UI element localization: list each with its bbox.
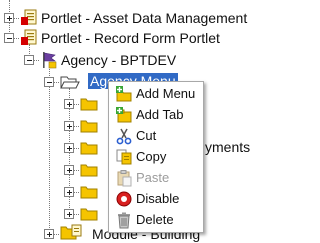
- expand-toggle[interactable]: [64, 187, 74, 197]
- folder-icon: [80, 97, 98, 111]
- folder-icon: [80, 119, 98, 133]
- portlet-icon: [20, 9, 38, 27]
- tree-node-payments[interactable]: yments: [205, 139, 250, 155]
- expand-toggle-module-building[interactable]: [44, 229, 54, 239]
- menu-item-delete[interactable]: Delete: [109, 210, 203, 229]
- menu-item-add-tab[interactable]: Add Tab: [109, 105, 203, 124]
- agency-icon: [40, 51, 58, 69]
- folder-icon: [80, 185, 98, 199]
- menu-item-disable[interactable]: Disable: [109, 189, 203, 208]
- expand-toggle[interactable]: [64, 209, 74, 219]
- expand-toggle[interactable]: [64, 99, 74, 109]
- module-icon: [60, 224, 84, 240]
- expand-toggle[interactable]: [64, 165, 74, 175]
- collapse-toggle-record-form-portlet[interactable]: [4, 33, 14, 43]
- tree-node-agency[interactable]: Agency - BPTDEV: [61, 52, 176, 68]
- menu-item-copy[interactable]: Copy: [109, 147, 203, 166]
- tree-node-asset-portlet[interactable]: Portlet - Asset Data Management: [41, 10, 247, 26]
- disable-icon: [115, 190, 133, 208]
- context-menu: Add Menu Add Tab Cut Copy Paste Disable …: [108, 81, 204, 233]
- expand-toggle[interactable]: [64, 121, 74, 131]
- collapse-toggle-agency[interactable]: [24, 55, 34, 65]
- expand-toggle[interactable]: [64, 143, 74, 153]
- paste-icon: [115, 169, 133, 187]
- collapse-toggle-agency-menu[interactable]: [44, 77, 54, 87]
- folder-icon: [80, 163, 98, 177]
- trash-icon: [115, 211, 133, 229]
- menu-item-paste[interactable]: Paste: [109, 168, 203, 187]
- portlet-icon: [20, 29, 38, 47]
- expand-toggle-asset-portlet[interactable]: [4, 13, 14, 23]
- add-tab-icon: [115, 106, 133, 124]
- menu-item-cut[interactable]: Cut: [109, 126, 203, 145]
- scissors-icon: [115, 127, 133, 145]
- menu-item-add-menu[interactable]: Add Menu: [109, 84, 203, 103]
- folder-icon: [80, 141, 98, 155]
- folder-icon: [80, 207, 98, 221]
- add-menu-icon: [115, 85, 133, 103]
- copy-icon: [115, 148, 133, 166]
- tree-node-record-form-portlet[interactable]: Portlet - Record Form Portlet: [41, 30, 220, 46]
- open-folder-icon: [60, 74, 80, 90]
